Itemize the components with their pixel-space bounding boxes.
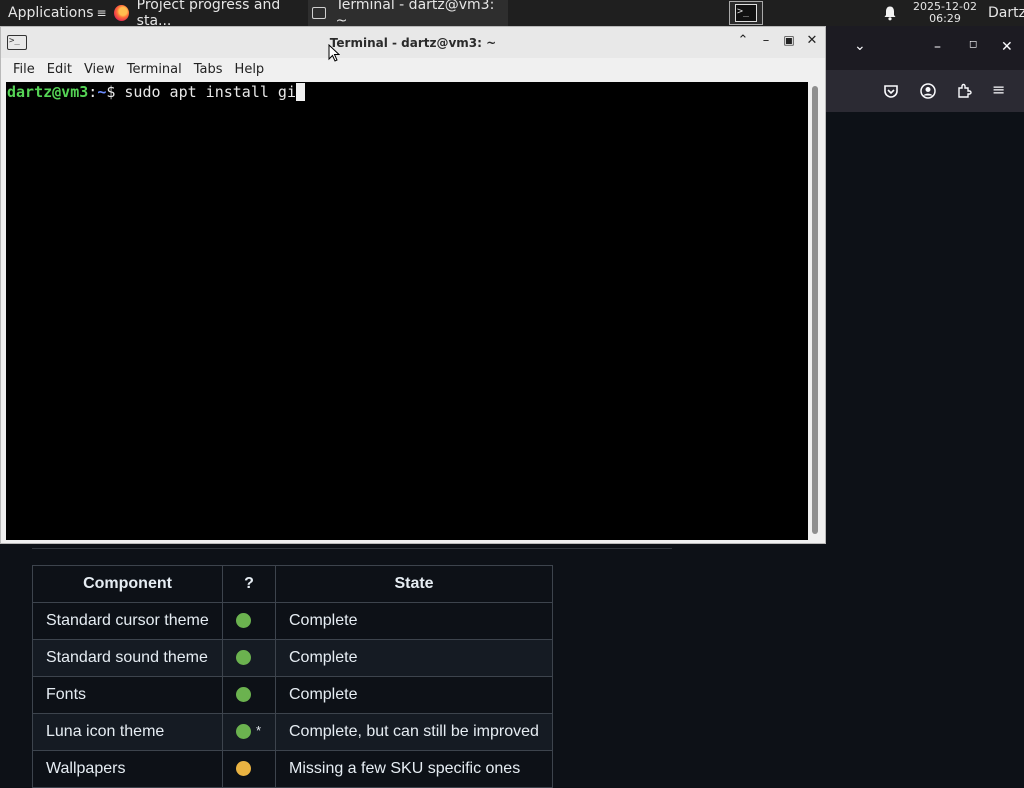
browser-titlebar: ⌄ – ◻ ✕ [826,26,1024,70]
menu-file[interactable]: File [1,62,41,77]
list-all-tabs-icon[interactable]: ⌄ [854,38,866,54]
component-cell: Fonts [32,676,223,714]
terminal-window: >_ Terminal - dartz@vm3: ~ ⌃ – ▣ ✕ File … [0,26,826,544]
extensions-icon[interactable] [956,83,972,99]
column-header-status: ? [222,565,276,603]
status-dot-icon [236,724,251,740]
taskbar-item-firefox[interactable]: Project progress and sta... [110,0,308,29]
component-cell: Luna icon theme [32,713,223,751]
account-icon[interactable] [920,83,936,99]
status-cell [222,639,276,677]
taskbar-item-terminal[interactable]: Terminal - dartz@vm3: ~ [308,0,508,29]
close-icon[interactable]: ✕ [1001,39,1013,55]
notification-bell-icon[interactable] [882,5,898,21]
app-menu-icon[interactable]: ≡ [992,80,1005,99]
menu-tabs[interactable]: Tabs [188,62,229,77]
applications-label: Applications [8,5,94,21]
status-dot-icon [236,650,251,666]
component-cell: Wallpapers [32,750,223,788]
window-title: Terminal - dartz@vm3: ~ [329,36,497,50]
clock-time: 06:29 [929,12,961,25]
pocket-icon[interactable] [883,83,899,99]
tray-terminal-launcher[interactable]: >_ [729,1,763,25]
taskbar-item-label: Terminal - dartz@vm3: ~ [335,0,495,29]
state-cell: Complete [275,639,553,677]
table-row: Luna icon theme * Complete, but can stil… [32,713,553,751]
browser-toolbar: ≡ [826,70,1024,112]
menu-view[interactable]: View [78,62,121,77]
component-state-table: Component ? State Standard cursor theme … [32,565,553,788]
prompt-path: ~ [97,83,107,101]
table-row: Standard sound theme Complete [32,639,553,677]
minimize-icon[interactable]: – [934,39,941,55]
top-panel: Applications ≡ Project progress and sta.… [0,0,1024,29]
terminal-scrollbar[interactable] [810,82,820,540]
divider [32,548,672,549]
menu-dots-icon: ≡ [96,6,107,20]
status-dot-icon [236,613,251,629]
menu-edit[interactable]: Edit [41,62,78,77]
table-row: Fonts Complete [32,676,553,714]
state-cell: Complete, but can still be improved [275,713,553,751]
component-cell: Standard sound theme [32,639,223,677]
column-header-state: State [275,565,553,603]
shade-icon[interactable]: ⌃ [734,33,752,48]
status-cell [222,602,276,640]
command-text: sudo apt install gi [115,83,296,101]
status-cell [222,676,276,714]
menu-help[interactable]: Help [229,62,271,77]
prompt-separator: : [88,83,98,101]
state-cell: Complete [275,676,553,714]
state-cell: Complete [275,602,553,640]
minimize-icon[interactable]: – [757,33,775,48]
component-cell: Standard cursor theme [32,602,223,640]
table-row: Wallpapers Missing a few SKU specific on… [32,750,553,788]
text-cursor [296,83,305,101]
taskbar-item-label: Project progress and sta... [136,0,281,29]
applications-menu[interactable]: Applications ≡ [0,0,110,26]
maximize-icon[interactable]: ◻ [969,39,977,50]
terminal-menubar: File Edit View Terminal Tabs Help [1,58,825,81]
mouse-pointer-icon [328,44,340,62]
scrollbar-thumb[interactable] [812,86,818,534]
menu-terminal[interactable]: Terminal [121,62,188,77]
status-cell: * [222,713,276,751]
table-header-row: Component ? State [32,565,553,603]
maximize-icon[interactable]: ▣ [780,33,798,47]
clock[interactable]: 2025-12-02 06:29 [907,0,983,26]
terminal-icon: >_ [735,4,757,22]
state-cell: Missing a few SKU specific ones [275,750,553,788]
close-icon[interactable]: ✕ [803,33,821,48]
status-cell [222,750,276,788]
terminal-output[interactable]: dartz@vm3:~$ sudo apt install gi [6,82,808,540]
status-star: * [256,723,262,738]
user-menu[interactable]: Dartz [988,0,1024,26]
column-header-component: Component [32,565,223,603]
terminal-icon [312,7,326,19]
status-dot-icon [236,761,251,777]
table-row: Standard cursor theme Complete [32,602,553,640]
terminal-titlebar[interactable]: >_ Terminal - dartz@vm3: ~ ⌃ – ▣ ✕ [1,27,825,58]
prompt-user: dartz@vm3 [7,83,89,101]
firefox-icon [114,5,129,21]
status-dot-icon [236,687,251,703]
